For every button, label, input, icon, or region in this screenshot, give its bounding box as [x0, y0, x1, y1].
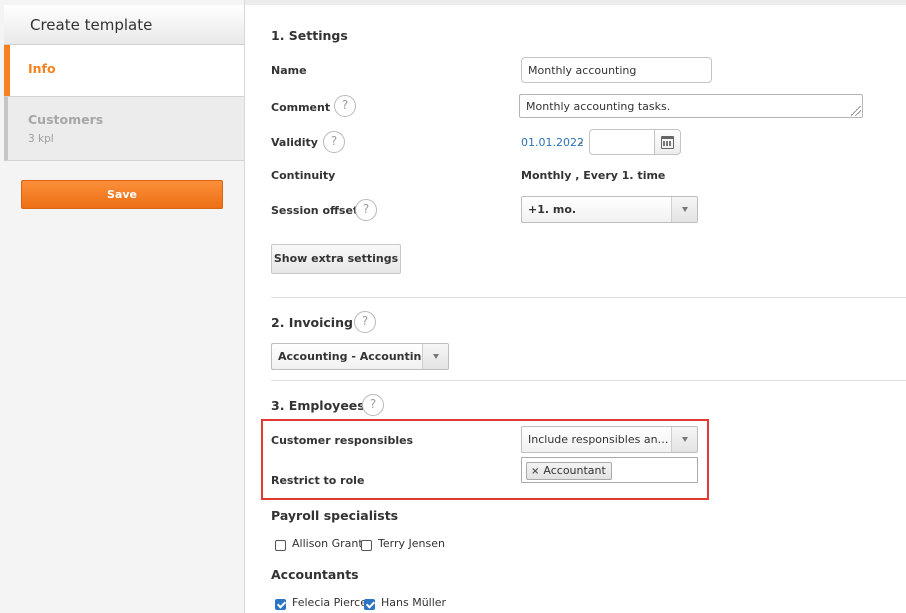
role-chip-label: Accountant: [543, 464, 606, 477]
validity-start-date[interactable]: 01.01.2022: [521, 136, 584, 149]
sidebar-tab-customers-count: 3 kpl: [28, 133, 54, 145]
validity-label: Validity: [271, 136, 318, 149]
session-offset-select[interactable]: +1. mo.: [521, 196, 698, 223]
resize-handle-icon[interactable]: [851, 106, 861, 116]
role-chip: × Accountant: [526, 462, 612, 480]
calendar-icon: [661, 136, 674, 149]
comment-help-icon[interactable]: ?: [334, 95, 356, 117]
comment-textarea[interactable]: Monthly accounting tasks.: [519, 94, 863, 118]
invoicing-select[interactable]: Accounting - Accounting: [271, 343, 449, 370]
employees-help-icon[interactable]: ?: [362, 394, 384, 416]
customer-responsibles-value: Include responsibles and d...: [528, 433, 670, 446]
invoicing-value: Accounting - Accounting: [278, 350, 430, 363]
validity-end-input[interactable]: [589, 129, 655, 155]
accountants-heading: Accountants: [271, 567, 359, 582]
validity-help-icon[interactable]: ?: [323, 131, 345, 153]
customer-responsibles-select[interactable]: Include responsibles and d...: [521, 426, 698, 453]
comment-label: Comment: [271, 101, 331, 114]
divider: [271, 297, 906, 298]
name-input[interactable]: Monthly accounting: [521, 57, 712, 83]
restrict-role-label: Restrict to role: [271, 474, 365, 487]
sidebar: Create template Info Customers 3 kpl Sav…: [0, 0, 245, 613]
sidebar-title: Create template: [4, 5, 244, 45]
employees-heading: 3. Employees: [271, 398, 365, 413]
chevron-down-icon: [671, 427, 697, 452]
session-offset-label: Session offset: [271, 204, 359, 217]
customer-responsibles-label: Customer responsibles: [271, 434, 414, 447]
main-panel: 1. Settings Name Monthly accounting Comm…: [245, 5, 906, 613]
accountant-name-hans: Hans Müller: [381, 596, 447, 609]
divider: [271, 380, 906, 381]
payroll-specialists-heading: Payroll specialists: [271, 508, 399, 523]
sidebar-tab-info-label: Info: [28, 61, 56, 76]
continuity-label: Continuity: [271, 169, 336, 182]
sidebar-tab-info[interactable]: Info: [4, 45, 244, 96]
session-offset-help-icon[interactable]: ?: [355, 199, 377, 221]
restrict-role-input[interactable]: × Accountant: [521, 457, 698, 483]
invoicing-help-icon[interactable]: ?: [354, 311, 376, 333]
payroll-checkbox-terry[interactable]: [361, 540, 372, 551]
payroll-name-allison: Allison Grant: [292, 537, 363, 550]
chevron-down-icon: [422, 344, 448, 369]
sidebar-tab-customers[interactable]: Customers 3 kpl: [4, 96, 244, 161]
name-label: Name: [271, 64, 307, 77]
comment-text: Monthly accounting tasks.: [526, 100, 671, 113]
chevron-down-icon: [671, 197, 697, 222]
payroll-name-terry: Terry Jensen: [378, 537, 445, 550]
validity-separator: -: [579, 136, 583, 149]
calendar-button[interactable]: [655, 129, 681, 155]
save-button[interactable]: Save: [21, 180, 223, 209]
accountant-name-felecia: Felecia Pierce: [292, 596, 367, 609]
settings-heading: 1. Settings: [271, 28, 348, 43]
sidebar-tab-customers-label: Customers: [28, 112, 104, 127]
chip-remove-icon[interactable]: ×: [531, 466, 539, 477]
show-extra-settings-button[interactable]: Show extra settings: [271, 244, 401, 274]
accountant-checkbox-hans[interactable]: [364, 599, 375, 610]
continuity-value: Monthly , Every 1. time: [521, 169, 666, 182]
session-offset-value: +1. mo.: [528, 203, 577, 216]
accountant-checkbox-felecia[interactable]: [275, 599, 286, 610]
payroll-checkbox-allison[interactable]: [275, 540, 286, 551]
invoicing-heading: 2. Invoicing: [271, 315, 353, 330]
